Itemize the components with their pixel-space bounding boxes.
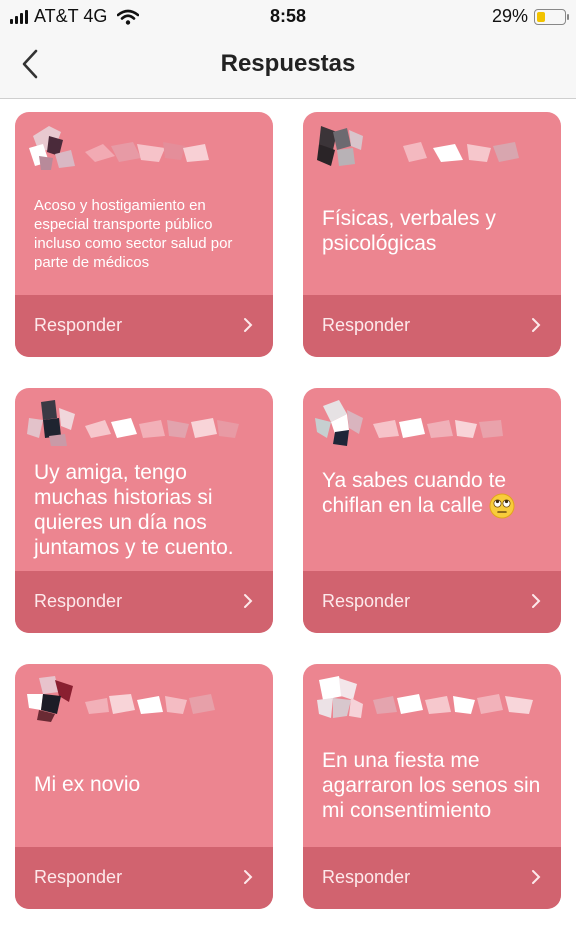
chevron-right-icon — [532, 594, 541, 608]
status-right: 29% — [491, 6, 569, 27]
answer-text: Acoso y hostigamiento en especial transp… — [34, 197, 233, 271]
avatar — [27, 676, 73, 722]
reply-button[interactable]: Responder — [303, 295, 561, 357]
reply-button[interactable]: Responder — [303, 847, 561, 909]
blurred-username — [373, 694, 533, 714]
answer-text: Físicas, verbales y psicológicas — [322, 207, 496, 255]
answer-text: En una fiesta me agarraron los senos sin… — [322, 749, 541, 822]
reply-label: Responder — [34, 591, 123, 611]
blurred-user — [313, 674, 553, 724]
status-time: 8:58 — [269, 6, 307, 26]
chevron-right-icon — [244, 318, 253, 332]
reply-label: Responder — [34, 315, 123, 335]
reply-button[interactable]: Responder — [15, 847, 273, 909]
answer-card: Ya sabes cuando te chiflan en la calle R… — [303, 388, 561, 633]
battery-icon — [534, 8, 569, 25]
blurred-username — [373, 418, 503, 438]
blurred-username — [85, 418, 239, 438]
blurred-user — [313, 122, 553, 172]
blurred-username — [403, 142, 519, 162]
avatar — [317, 676, 363, 718]
reply-label: Responder — [322, 591, 411, 611]
reply-label: Responder — [34, 867, 123, 887]
answer-text-content: Ya sabes cuando te chiflan en la calle — [322, 469, 507, 517]
status-bar: AT&T 4G 8:58 29% — [0, 0, 576, 34]
battery-percentage: 29% — [491, 6, 528, 26]
avatar — [27, 400, 75, 446]
blurred-username — [85, 142, 209, 162]
face-with-rolling-eyes-icon — [489, 493, 515, 519]
avatar — [315, 400, 363, 446]
reply-button[interactable]: Responder — [15, 571, 273, 633]
chevron-right-icon — [244, 594, 253, 608]
chevron-right-icon — [532, 870, 541, 884]
answer-card: Mi ex novio Responder — [15, 664, 273, 909]
reply-label: Responder — [322, 867, 411, 887]
chevron-right-icon — [244, 870, 253, 884]
navigation-bar: Respuestas — [0, 34, 576, 99]
reply-button[interactable]: Responder — [303, 571, 561, 633]
page-title: Respuestas — [220, 50, 356, 77]
answer-card: Acoso y hostigamiento en especial transp… — [15, 112, 273, 357]
battery-level-fill — [537, 11, 545, 22]
blurred-username — [85, 694, 215, 714]
answer-card: Físicas, verbales y psicológicas Respond… — [303, 112, 561, 357]
blurred-user — [25, 398, 265, 448]
answer-card: Uy amiga, tengo muchas historias si quie… — [15, 388, 273, 633]
answer-text: Ya sabes cuando te chiflan en la calle — [322, 468, 545, 519]
reply-button[interactable]: Responder — [15, 295, 273, 357]
answer-text: Mi ex novio — [34, 773, 141, 796]
avatar — [317, 126, 363, 166]
avatar — [29, 126, 75, 170]
blurred-user — [313, 398, 553, 448]
answer-card: En una fiesta me agarraron los senos sin… — [303, 664, 561, 909]
reply-label: Responder — [322, 315, 411, 335]
blurred-user — [25, 674, 265, 724]
chevron-right-icon — [532, 318, 541, 332]
blurred-user — [25, 122, 265, 172]
answer-text: Uy amiga, tengo muchas historias si quie… — [34, 461, 234, 559]
